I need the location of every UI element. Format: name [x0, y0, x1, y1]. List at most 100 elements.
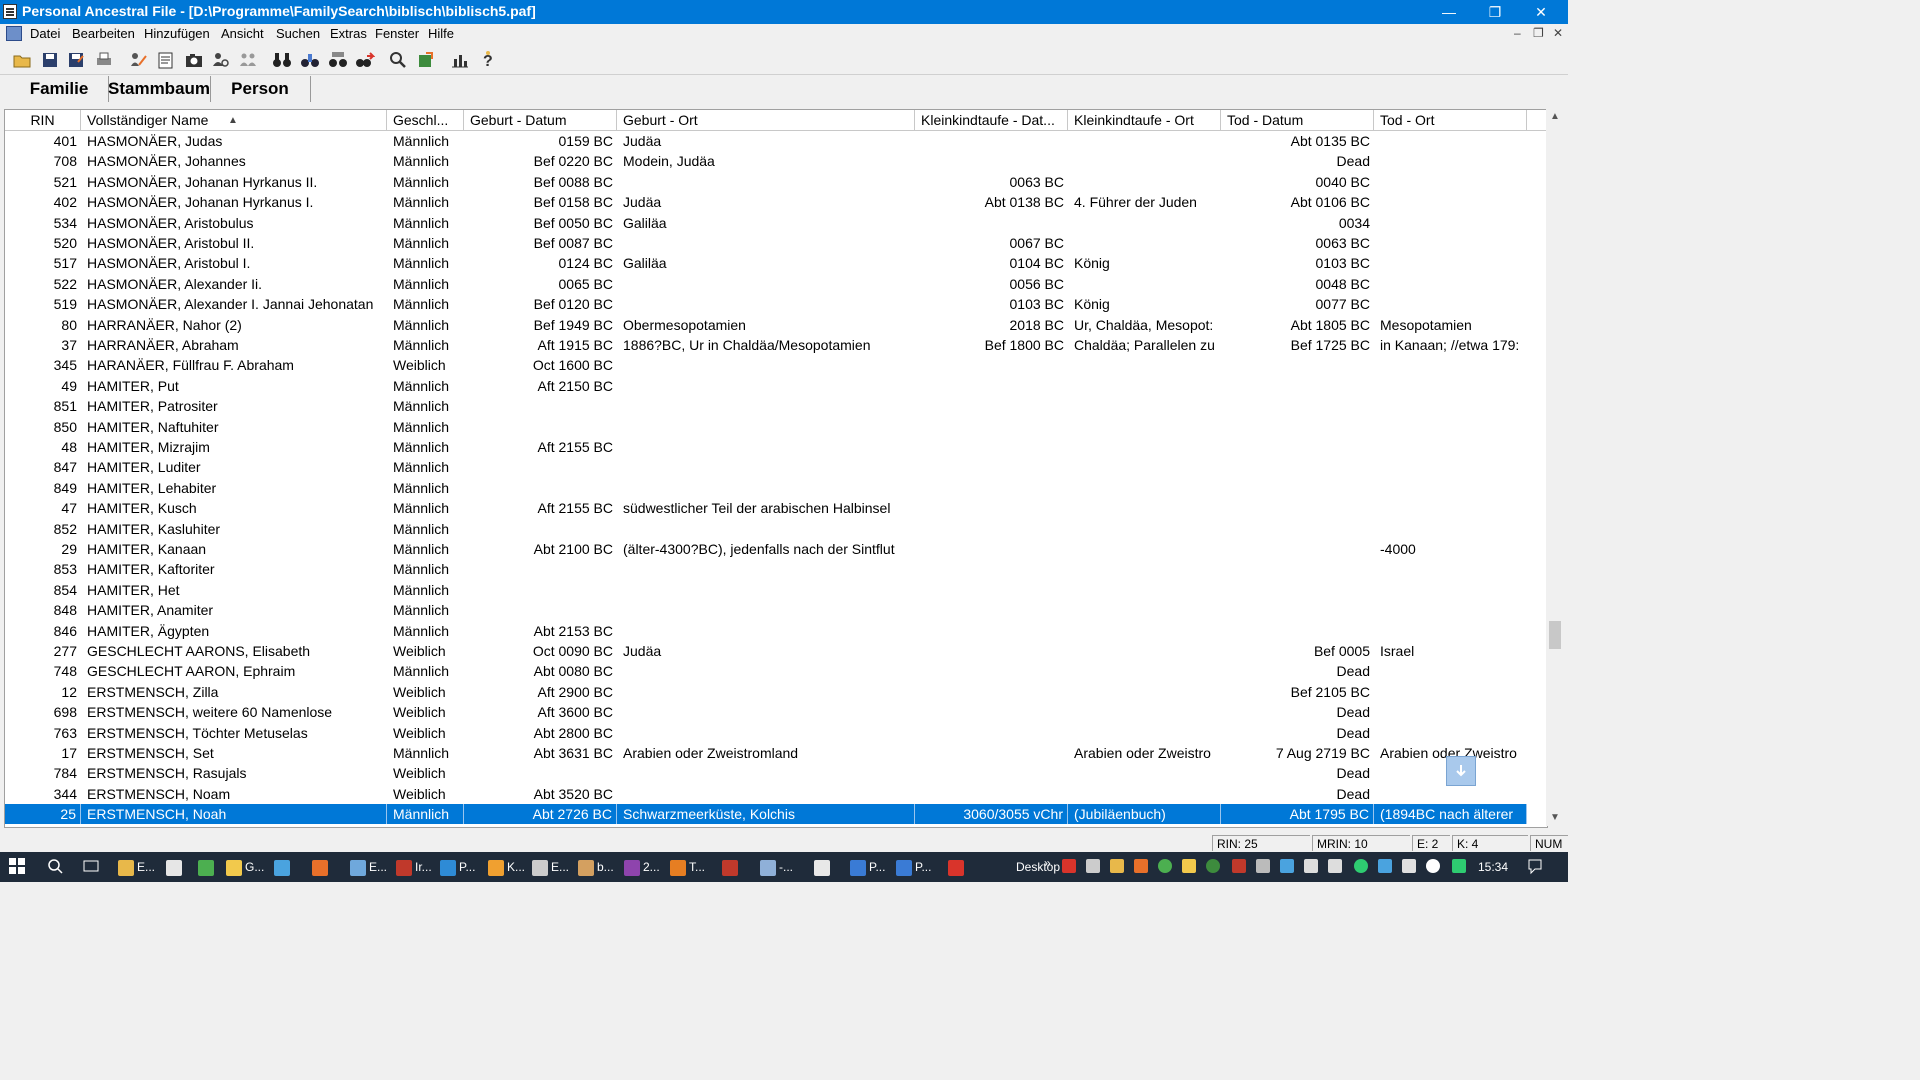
app-icon[interactable]: [3, 4, 17, 19]
camera-icon[interactable]: [184, 50, 204, 70]
table-row[interactable]: 12 ERSTMENSCH, Zilla Weiblich Aft 2900 BC Be…: [5, 682, 1527, 702]
open-folder-icon[interactable]: [12, 50, 32, 70]
sync-tray-icon[interactable]: [1354, 859, 1368, 873]
close-button[interactable]: ✕: [1518, 0, 1564, 24]
search-person-icon[interactable]: [211, 50, 231, 70]
cloud-tray-icon[interactable]: [1426, 859, 1440, 873]
taskbar-app-button[interactable]: Ir...: [396, 857, 432, 877]
find-duplicates-icon[interactable]: [328, 50, 348, 70]
app-tray-icon[interactable]: [1134, 859, 1148, 873]
save-as-icon[interactable]: [66, 50, 86, 70]
network-tray-icon[interactable]: [1304, 859, 1318, 873]
table-row[interactable]: 850 HAMITER, Naftuhiter Männlich: [5, 417, 1527, 437]
table-row[interactable]: 698 ERSTMENSCH, weitere 60 Namenlose Weibl…: [5, 702, 1527, 722]
table-row-selected[interactable]: 25 ERSTMENSCH, Noah Männlich Abt 2726 BC Sch…: [5, 804, 1527, 825]
mdi-close-button[interactable]: ✕: [1553, 26, 1563, 40]
table-row[interactable]: 534 HASMONÄER, Aristobulus Männlich Bef 005…: [5, 213, 1527, 233]
scroll-up-icon[interactable]: ▲: [1546, 109, 1564, 125]
col-christening-place[interactable]: Kleinkindtaufe - Ort: [1068, 110, 1221, 130]
menu-hinzufuegen[interactable]: Hinzufügen: [144, 26, 210, 41]
usb-tray-icon[interactable]: [1402, 859, 1416, 873]
advanced-search-icon[interactable]: [355, 50, 376, 70]
find-icon[interactable]: [300, 50, 320, 70]
table-row[interactable]: 517 HASMONÄER, Aristobul I. Männlich 0124 B…: [5, 253, 1527, 273]
table-row[interactable]: 748 GESCHLECHT AARON, Ephraim Männlich Abt …: [5, 661, 1527, 681]
col-death-place[interactable]: Tod - Ort: [1374, 110, 1527, 130]
mdi-minimize-button[interactable]: –: [1514, 26, 1521, 40]
document-icon[interactable]: [6, 26, 22, 41]
table-row[interactable]: 29 HAMITER, Kanaan Männlich Abt 2100 BC (ält…: [5, 539, 1527, 559]
taskbar-app-button[interactable]: E...: [532, 857, 569, 877]
network-filter-tray-icon[interactable]: [1182, 859, 1196, 873]
table-row[interactable]: 345 HARANÄER, Füllfrau F. Abraham Weiblich…: [5, 355, 1527, 375]
tab-person[interactable]: Person: [210, 76, 311, 102]
table-row[interactable]: 846 HAMITER, Ägypten Männlich Abt 2153 BC: [5, 621, 1527, 641]
scroll-down-icon[interactable]: ▼: [1546, 810, 1564, 826]
table-row[interactable]: 17 ERSTMENSCH, Set Männlich Abt 3631 BC Arab…: [5, 743, 1527, 763]
table-row[interactable]: 344 ERSTMENSCH, Noam Weiblich Abt 3520 BC De…: [5, 784, 1527, 804]
table-row[interactable]: 277 GESCHLECHT AARONS, Elisabeth Weiblich O…: [5, 641, 1527, 661]
table-row[interactable]: 521 HASMONÄER, Johanan Hyrkanus II. Männli…: [5, 172, 1527, 192]
help-icon[interactable]: ?: [478, 50, 498, 70]
col-full-name[interactable]: Vollständiger Name ▲: [81, 110, 387, 130]
task-view-icon[interactable]: [82, 857, 100, 877]
taskbar-app-button[interactable]: [722, 857, 741, 877]
col-sex[interactable]: Geschl...: [387, 110, 464, 130]
taskbar-app-button[interactable]: [274, 857, 293, 877]
menu-hilfe[interactable]: Hilfe: [428, 26, 454, 41]
taskbar-app-button[interactable]: -...: [760, 857, 793, 877]
table-row[interactable]: 49 HAMITER, Put Männlich Aft 2150 BC: [5, 376, 1527, 396]
search-icon[interactable]: [46, 857, 64, 877]
notifications-icon[interactable]: [1526, 857, 1544, 877]
menu-ansicht[interactable]: Ansicht: [221, 26, 264, 41]
taskbar-app-button[interactable]: T...: [670, 857, 705, 877]
statistics-icon[interactable]: [450, 50, 470, 70]
table-row[interactable]: 852 HAMITER, Kasluhiter Männlich: [5, 519, 1527, 539]
taskbar-app-button[interactable]: [948, 857, 967, 877]
desktop-toolbar-label[interactable]: Desktop: [1016, 857, 1060, 877]
volume-tray-icon[interactable]: [1328, 859, 1342, 873]
tab-stammbaum[interactable]: Stammbaum: [108, 76, 211, 102]
taskbar-app-button[interactable]: [814, 857, 833, 877]
edit-individual-icon[interactable]: [128, 50, 148, 70]
table-row[interactable]: 851 HAMITER, Patrositer Männlich: [5, 396, 1527, 416]
individual-list[interactable]: RIN Vollständiger Name ▲ Geschl... Geburt…: [4, 109, 1548, 828]
table-row[interactable]: 37 HARRANÄER, Abraham Männlich Aft 1915 BC 1…: [5, 335, 1527, 355]
table-row[interactable]: 522 HASMONÄER, Alexander Ii. Männlich 0065 …: [5, 274, 1527, 294]
tab-familie[interactable]: Familie: [10, 76, 109, 102]
table-row[interactable]: 80 HARRANÄER, Nahor (2) Männlich Bef 1949 B…: [5, 315, 1527, 335]
col-birth-place[interactable]: Geburt - Ort: [617, 110, 915, 130]
taskbar-app-button[interactable]: P...: [896, 857, 931, 877]
col-rin[interactable]: RIN: [5, 110, 81, 130]
table-row[interactable]: 849 HAMITER, Lehabiter Männlich: [5, 478, 1527, 498]
start-button[interactable]: [8, 857, 26, 877]
table-row[interactable]: 520 HASMONÄER, Aristobul II. Männlich Bef 0…: [5, 233, 1527, 253]
mdi-restore-button[interactable]: ❐: [1533, 26, 1544, 40]
menu-bearbeiten[interactable]: Bearbeiten: [72, 26, 135, 41]
vpn-tray-icon[interactable]: [1452, 859, 1466, 873]
taskbar-app-button[interactable]: [166, 857, 185, 877]
update-tray-icon[interactable]: [1206, 859, 1220, 873]
table-row[interactable]: 48 HAMITER, Mizrajim Männlich Aft 2155 BC: [5, 437, 1527, 457]
merge-icon[interactable]: [238, 50, 258, 70]
taskbar-app-button[interactable]: P...: [440, 857, 475, 877]
save-icon[interactable]: [40, 50, 60, 70]
window-tray-icon[interactable]: [1086, 859, 1100, 873]
research-icon[interactable]: [388, 50, 408, 70]
table-row[interactable]: 848 HAMITER, Anamiter Männlich: [5, 600, 1527, 620]
table-row[interactable]: 853 HAMITER, Kaftoriter Männlich: [5, 559, 1527, 579]
shield-tray-icon[interactable]: [1232, 859, 1246, 873]
table-row[interactable]: 854 HAMITER, Het Männlich: [5, 580, 1527, 600]
table-row[interactable]: 401 HASMONÄER, Judas Männlich 0159 BC Judäa A…: [5, 131, 1527, 151]
table-row[interactable]: 519 HASMONÄER, Alexander I. Jannai Jehona…: [5, 294, 1527, 314]
scroll-thumb[interactable]: [1549, 621, 1561, 649]
table-row[interactable]: 847 HAMITER, Luditer Männlich: [5, 457, 1527, 477]
scroll-bottom-button[interactable]: [1446, 756, 1476, 786]
menu-suchen[interactable]: Suchen: [276, 26, 320, 41]
menu-extras[interactable]: Extras: [330, 26, 367, 41]
taskbar-app-button[interactable]: K...: [488, 857, 525, 877]
chrome-tray-icon[interactable]: [1158, 859, 1172, 873]
clock[interactable]: 15:34: [1478, 857, 1508, 877]
print-icon[interactable]: [94, 50, 114, 70]
folder-tray-icon[interactable]: [1110, 859, 1124, 873]
